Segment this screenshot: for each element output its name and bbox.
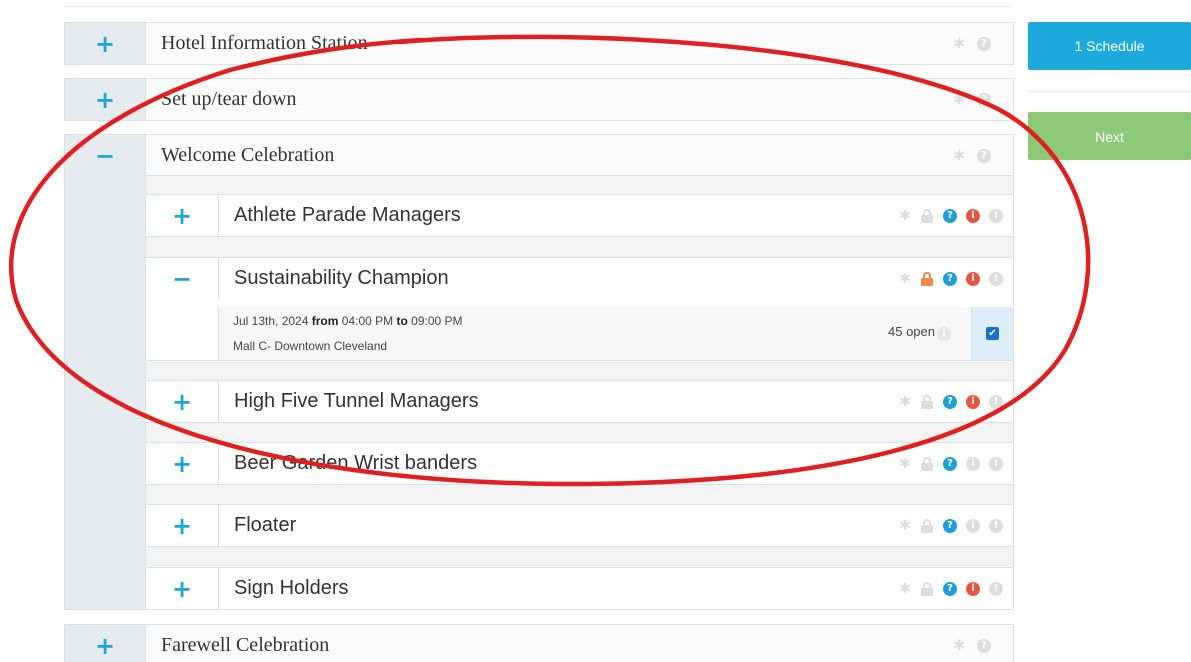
group-farewell-celebration: + Farewell Celebration ✱ ?: [64, 624, 1014, 662]
status-icon: !: [989, 271, 1003, 286]
lock-icon: [920, 518, 934, 533]
help-icon[interactable]: ?: [977, 148, 991, 163]
slot-from-word: from: [311, 314, 339, 328]
gear-icon: ✱: [899, 580, 911, 597]
slot-open-count: 45 open: [888, 324, 935, 339]
status-icon: !: [989, 456, 1003, 471]
expand-toggle[interactable]: +: [146, 195, 218, 236]
expand-toggle[interactable]: +: [146, 568, 218, 609]
group-set-up-tear-down: + Set up/tear down ✱ ?: [64, 78, 1014, 121]
slot-to-word: to: [396, 314, 408, 328]
help-icon[interactable]: ?: [977, 92, 991, 107]
expand-toggle[interactable]: +: [65, 23, 145, 64]
info-icon[interactable]: i: [966, 394, 980, 409]
gear-icon: ✱: [899, 207, 911, 224]
checkbox-checked-icon[interactable]: ✔: [986, 327, 999, 340]
group-title[interactable]: Welcome Celebration: [145, 135, 1013, 176]
shift-beer-garden-wrist-banders: + Beer Garden Wrist banders ✱ ? i !: [146, 442, 1013, 485]
help-icon[interactable]: ?: [943, 394, 957, 409]
shift-high-five-tunnel-managers: + High Five Tunnel Managers ✱ ? i !: [146, 380, 1013, 423]
shift-icons: ✱ ? i !: [899, 568, 1003, 609]
shift-floater: + Floater ✱ ? i !: [146, 504, 1013, 547]
expand-toggle[interactable]: +: [146, 505, 218, 546]
gear-icon: ✱: [953, 147, 965, 164]
lock-icon: [920, 394, 934, 409]
expand-toggle[interactable]: +: [65, 79, 145, 120]
slot-location: Mall C- Downtown Cleveland: [233, 339, 388, 353]
shift-icons: ✱ ? i !: [899, 195, 1003, 236]
info-icon[interactable]: i: [966, 581, 980, 596]
shift-sustainability-champion: − Sustainability Champion ✱ ? i ! Jul 13…: [146, 257, 1013, 361]
status-icon: !: [989, 518, 1003, 533]
group-icons: ✱ ?: [953, 625, 991, 662]
shift-title[interactable]: High Five Tunnel Managers: [218, 381, 1013, 422]
collapse-toggle[interactable]: −: [65, 135, 145, 176]
shift-list: + Athlete Parade Managers ✱ ? i ! − Sust…: [145, 176, 1013, 610]
help-icon[interactable]: ?: [943, 518, 957, 533]
lock-icon: [920, 271, 934, 286]
shift-icons: ✱ ? i !: [899, 505, 1003, 546]
shift-icons: ✱ ? i !: [899, 443, 1003, 484]
help-icon[interactable]: ?: [943, 456, 957, 471]
group-title[interactable]: Farewell Celebration: [145, 625, 1013, 662]
info-icon: i: [966, 518, 980, 533]
info-icon[interactable]: i: [966, 208, 980, 223]
help-icon[interactable]: ?: [977, 36, 991, 51]
shift-title[interactable]: Sign Holders: [218, 568, 1013, 609]
help-icon[interactable]: ?: [977, 638, 991, 653]
group-icons: ✱ ?: [953, 79, 991, 120]
schedule-count-button[interactable]: 1 Schedule: [1028, 22, 1191, 70]
slot-datetime: Jul 13th, 2024 from 04:00 PM to 09:00 PM: [233, 314, 463, 328]
shift-title[interactable]: Sustainability Champion: [218, 258, 1013, 299]
group-welcome-celebration: − Welcome Celebration ✱ ? + Athlete Para…: [64, 134, 1014, 610]
group-icons: ✱ ?: [953, 23, 991, 64]
gear-icon: ✱: [953, 91, 965, 108]
gear-icon: ✱: [899, 270, 911, 287]
gear-icon: ✱: [899, 517, 911, 534]
help-icon[interactable]: ?: [943, 208, 957, 223]
top-divider: [64, 6, 1014, 7]
slot-select-cell[interactable]: ✔: [971, 307, 1013, 360]
slot-start-time: 04:00 PM: [341, 314, 394, 328]
gear-icon: ✱: [899, 455, 911, 472]
gear-icon: ✱: [953, 35, 965, 52]
lock-icon: [920, 456, 934, 471]
info-icon[interactable]: i: [966, 271, 980, 286]
shift-icons: ✱ ? i !: [899, 381, 1003, 422]
shift-title[interactable]: Beer Garden Wrist banders: [218, 443, 1013, 484]
expand-toggle[interactable]: +: [146, 443, 218, 484]
group-side-strip: [65, 135, 145, 609]
collapse-toggle[interactable]: −: [146, 258, 218, 299]
group-icons: ✱ ?: [953, 135, 991, 176]
group-title[interactable]: Set up/tear down: [145, 79, 1013, 120]
shift-icons: ✱ ? i !: [899, 258, 1003, 299]
shift-athlete-parade-managers: + Athlete Parade Managers ✱ ? i !: [146, 194, 1013, 237]
status-icon: !: [989, 581, 1003, 596]
shift-title[interactable]: Floater: [218, 505, 1013, 546]
info-icon: i: [966, 456, 980, 471]
gear-icon: ✱: [899, 393, 911, 410]
slot-end-time: 09:00 PM: [411, 314, 463, 328]
group-title[interactable]: Hotel Information Station: [145, 23, 1013, 64]
shift-title[interactable]: Athlete Parade Managers: [218, 195, 1013, 236]
gear-icon: ✱: [953, 637, 965, 654]
shift-sign-holders: + Sign Holders ✱ ? i !: [146, 567, 1013, 610]
shift-slot: Jul 13th, 2024 from 04:00 PM to 09:00 PM…: [218, 307, 1013, 360]
lock-icon: [920, 581, 934, 596]
slot-info-icon[interactable]: i: [937, 327, 951, 341]
slot-date: Jul 13th, 2024: [233, 314, 309, 328]
status-icon: !: [989, 208, 1003, 223]
expand-toggle[interactable]: +: [146, 381, 218, 422]
next-button[interactable]: Next: [1028, 112, 1191, 160]
status-icon: !: [989, 394, 1003, 409]
lock-icon: [920, 208, 934, 223]
expand-toggle[interactable]: +: [65, 625, 145, 662]
group-hotel-information-station: + Hotel Information Station ✱ ?: [64, 22, 1014, 65]
help-icon[interactable]: ?: [943, 581, 957, 596]
sidebar-divider: [1028, 91, 1191, 92]
help-icon[interactable]: ?: [943, 271, 957, 286]
